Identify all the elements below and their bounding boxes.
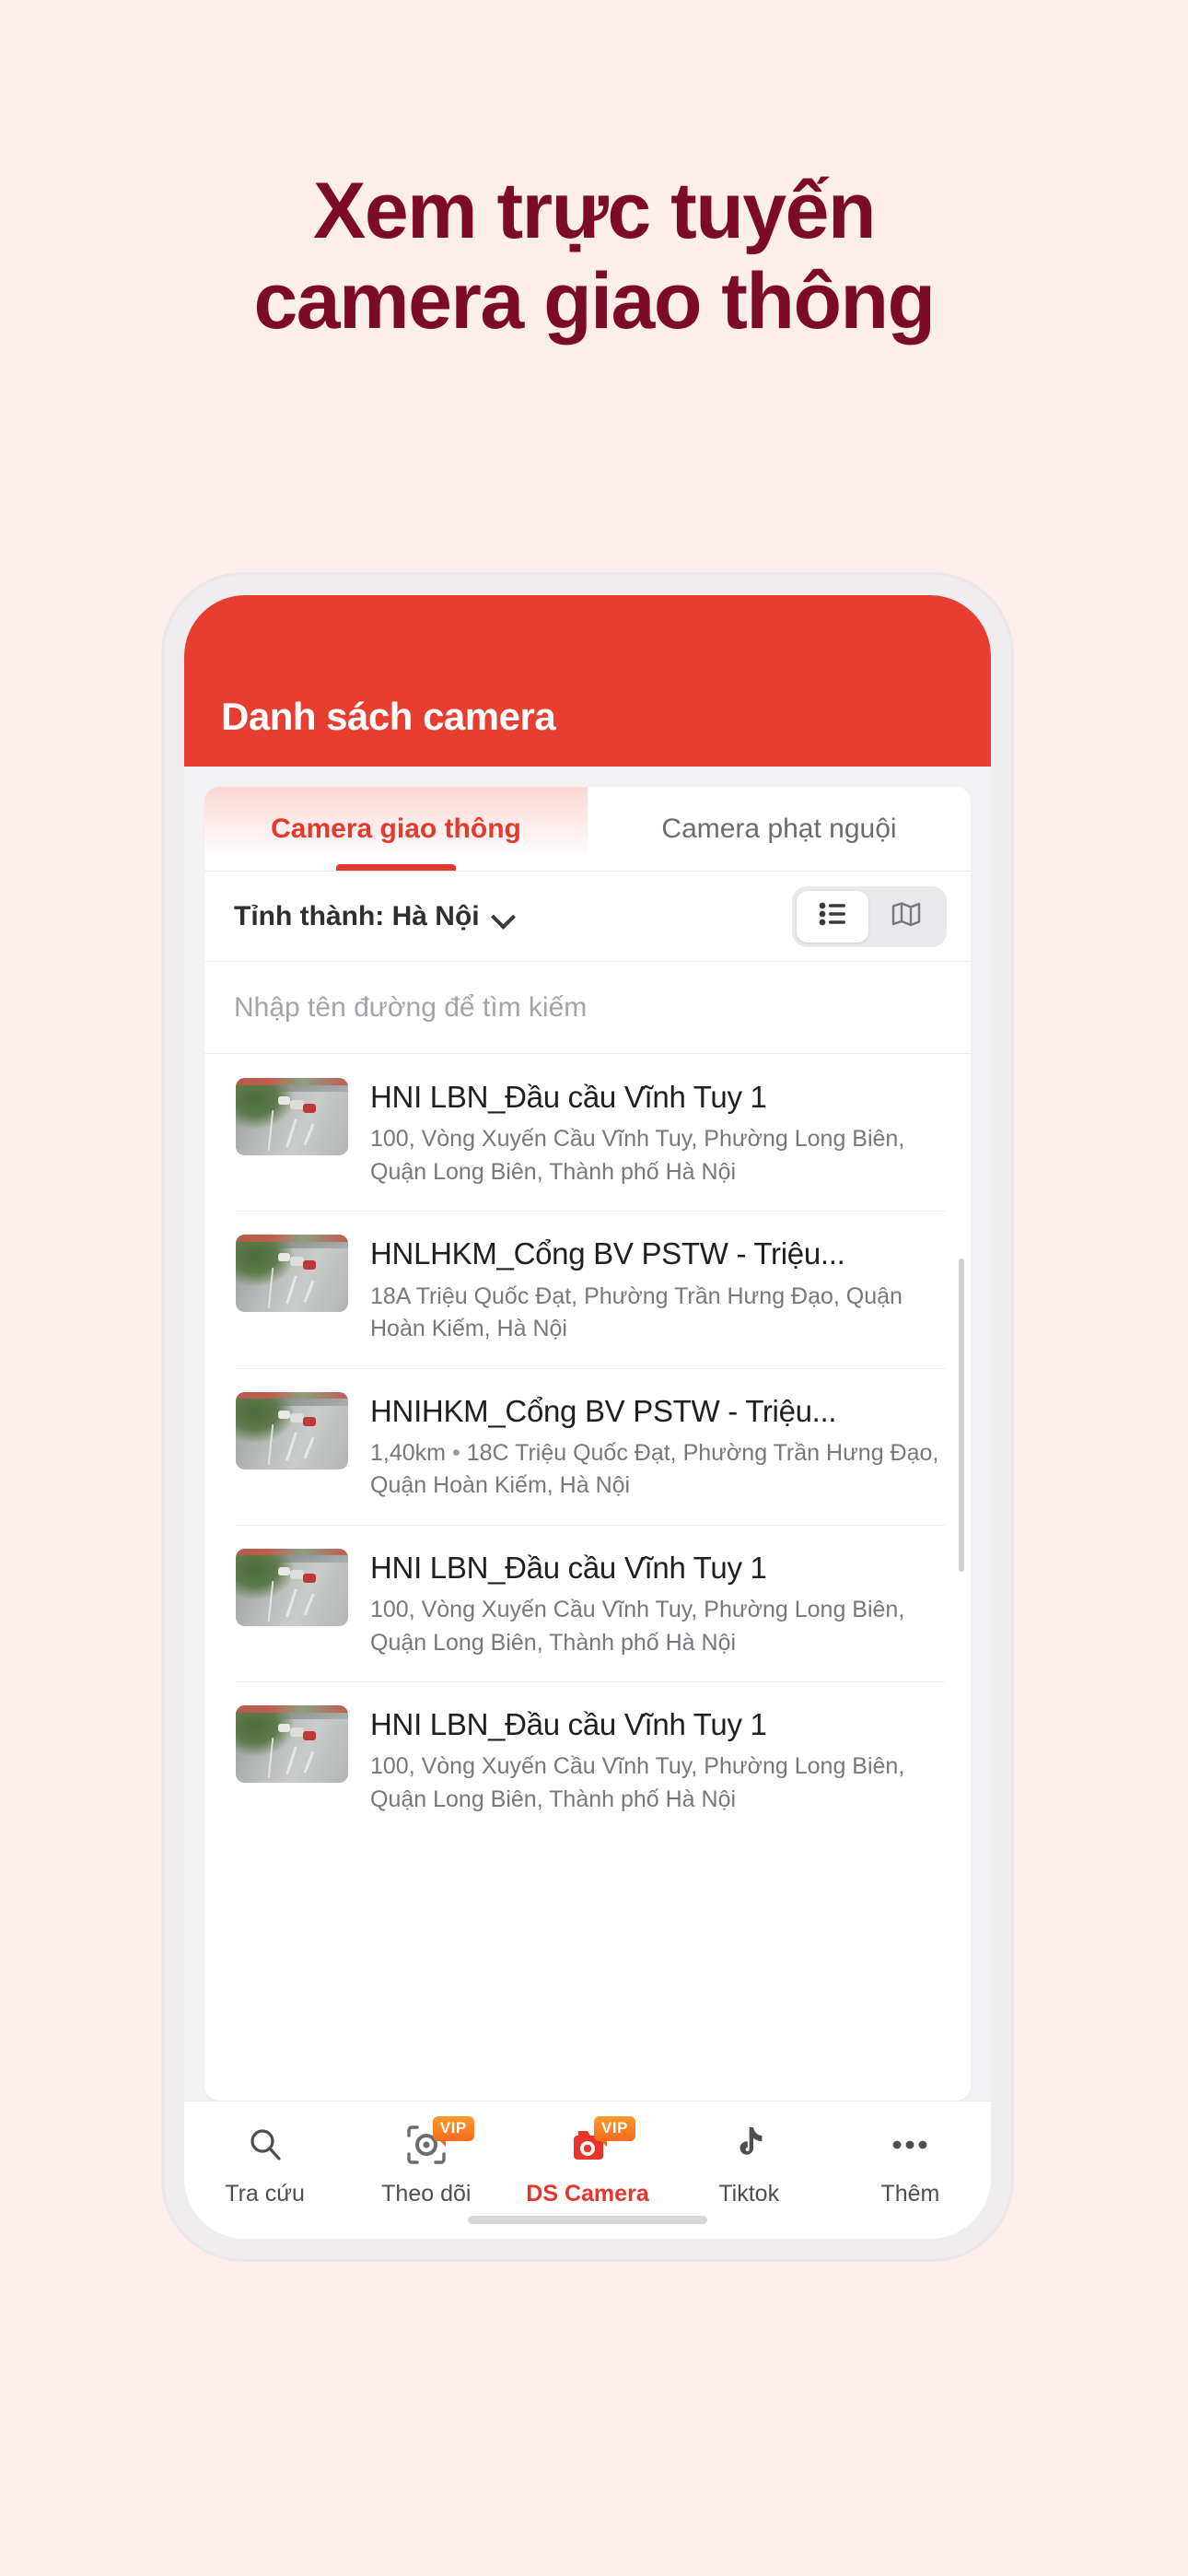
camera-address: 100, Vòng Xuyến Cầu Vĩnh Tuy, Phường Lon… bbox=[370, 1126, 905, 1185]
promo-screenshot: Xem trực tuyến camera giao thông Danh sá… bbox=[0, 0, 1188, 2576]
nav-label: Tra cứu bbox=[225, 2181, 305, 2207]
tab-label: Camera giao thông bbox=[271, 813, 521, 844]
camera-name: HNI LBN_Đầu cầu Vĩnh Tuy 1 bbox=[370, 1707, 767, 1741]
camera-thumbnail bbox=[236, 1705, 348, 1783]
list-view-icon bbox=[819, 902, 846, 931]
camera-name: HNI LBN_Đầu cầu Vĩnh Tuy 1 bbox=[370, 1080, 767, 1114]
camera-list-item[interactable]: HNI LBN_Đầu cầu Vĩnh Tuy 1 100, Vòng Xuy… bbox=[204, 1681, 971, 1838]
home-indicator bbox=[468, 2216, 707, 2224]
camera-address: 100, Vòng Xuyến Cầu Vĩnh Tuy, Phường Lon… bbox=[370, 1753, 905, 1812]
app-header: Danh sách camera bbox=[184, 595, 991, 767]
phone-screen: Danh sách camera Camera giao thông Camer… bbox=[184, 595, 991, 2239]
camera-info: HNLHKM_Cổng BV PSTW - Triệu... 18A Triệu… bbox=[370, 1235, 945, 1345]
nav-item-theo-doi[interactable]: VIP Theo dõi bbox=[345, 2116, 507, 2207]
camera-name: HNLHKM_Cổng BV PSTW - Triệu... bbox=[370, 1236, 845, 1271]
nav-item-ds-camera[interactable]: VIP DS Camera bbox=[507, 2116, 668, 2207]
camera-list-item[interactable]: HNLHKM_Cổng BV PSTW - Triệu... 18A Triệu… bbox=[204, 1211, 971, 1367]
map-view-icon bbox=[891, 901, 921, 931]
list-view-button[interactable] bbox=[797, 890, 868, 943]
camera-list-item[interactable]: HNI LBN_Đầu cầu Vĩnh Tuy 1 100, Vòng Xuy… bbox=[204, 1524, 971, 1681]
nav-label: Thêm bbox=[880, 2181, 940, 2207]
promo-headline-line2: camera giao thông bbox=[253, 257, 936, 345]
camera-info: HNIHKM_Cổng BV PSTW - Triệu... 1,40km • 18… bbox=[370, 1392, 945, 1503]
nav-item-tiktok[interactable]: Tiktok bbox=[669, 2120, 830, 2207]
camera-thumbnail bbox=[236, 1548, 348, 1626]
scan-camera-icon: VIP bbox=[405, 2116, 474, 2170]
camera-list-card: Camera giao thông Camera phạt nguội Tỉnh… bbox=[204, 787, 971, 2101]
camera-info: HNI LBN_Đầu cầu Vĩnh Tuy 1 100, Vòng Xuy… bbox=[370, 1705, 945, 1816]
chevron-down-icon bbox=[493, 906, 515, 928]
app-body: Camera giao thông Camera phạt nguội Tỉnh… bbox=[184, 767, 991, 2101]
camera-address: 100, Vòng Xuyến Cầu Vĩnh Tuy, Phường Lon… bbox=[370, 1597, 905, 1656]
nav-label: DS Camera bbox=[526, 2181, 649, 2207]
filter-row: Tỉnh thành: Hà Nội bbox=[204, 872, 971, 962]
camera-address: 18A Triệu Quốc Đạt, Phường Trần Hưng Đạo… bbox=[370, 1282, 903, 1342]
camera-list-item[interactable]: HNI LBN_Đầu cầu Vĩnh Tuy 1 100, Vòng Xuy… bbox=[204, 1054, 971, 1211]
province-label: Tỉnh thành: Hà Nội bbox=[234, 900, 480, 931]
list-scrollbar[interactable] bbox=[959, 1259, 964, 1572]
page-title: Danh sách camera bbox=[221, 695, 556, 738]
nav-item-tra-cuu[interactable]: Tra cứu bbox=[184, 2120, 345, 2207]
tab-camera-giao-thong[interactable]: Camera giao thông bbox=[204, 787, 588, 871]
vip-badge: VIP bbox=[594, 2116, 635, 2147]
camera-thumbnail bbox=[236, 1235, 348, 1313]
view-toggle-group bbox=[792, 885, 947, 947]
camera-name: HNI LBN_Đầu cầu Vĩnh Tuy 1 bbox=[370, 1550, 767, 1585]
search-icon bbox=[246, 2120, 285, 2170]
camera-info: HNI LBN_Đầu cầu Vĩnh Tuy 1 100, Vòng Xuy… bbox=[370, 1549, 945, 1659]
tab-label: Camera phạt nguội bbox=[661, 813, 897, 844]
camera-thumbnail bbox=[236, 1391, 348, 1469]
camera-name: HNIHKM_Cổng BV PSTW - Triệu... bbox=[370, 1393, 837, 1428]
map-view-button[interactable] bbox=[870, 891, 942, 943]
vip-badge: VIP bbox=[432, 2116, 474, 2147]
search-input[interactable] bbox=[234, 991, 941, 1024]
promo-headline: Xem trực tuyến camera giao thông bbox=[0, 166, 1188, 346]
camera-icon: VIP bbox=[566, 2116, 635, 2170]
province-selector[interactable]: Tỉnh thành: Hà Nội bbox=[234, 901, 515, 932]
camera-thumbnail bbox=[236, 1078, 348, 1155]
tab-bar: Camera giao thông Camera phạt nguội bbox=[204, 787, 971, 872]
camera-list[interactable]: HNI LBN_Đầu cầu Vĩnh Tuy 1 100, Vòng Xuy… bbox=[204, 1054, 971, 2101]
nav-label: Tiktok bbox=[718, 2181, 780, 2207]
separator-dot: • bbox=[451, 1439, 460, 1466]
promo-headline-line1: Xem trực tuyến bbox=[312, 167, 877, 255]
camera-info: HNI LBN_Đầu cầu Vĩnh Tuy 1 100, Vòng Xuy… bbox=[370, 1078, 945, 1188]
camera-address-with-distance: 1,40km • 18C Triệu Quốc Đạt, Phường Trần H… bbox=[370, 1437, 945, 1503]
tab-camera-phat-nguoi[interactable]: Camera phạt nguội bbox=[588, 787, 971, 871]
more-dots-icon bbox=[889, 2120, 931, 2170]
camera-list-item[interactable]: HNIHKM_Cổng BV PSTW - Triệu... 1,40km • 18… bbox=[204, 1367, 971, 1525]
phone-device-frame: Danh sách camera Camera giao thông Camer… bbox=[164, 575, 1011, 2259]
nav-label: Theo dõi bbox=[381, 2181, 472, 2207]
nav-item-them[interactable]: Thêm bbox=[830, 2120, 991, 2207]
camera-distance: 1,40km bbox=[370, 1439, 446, 1466]
search-row bbox=[204, 962, 971, 1054]
tiktok-icon bbox=[731, 2120, 766, 2170]
